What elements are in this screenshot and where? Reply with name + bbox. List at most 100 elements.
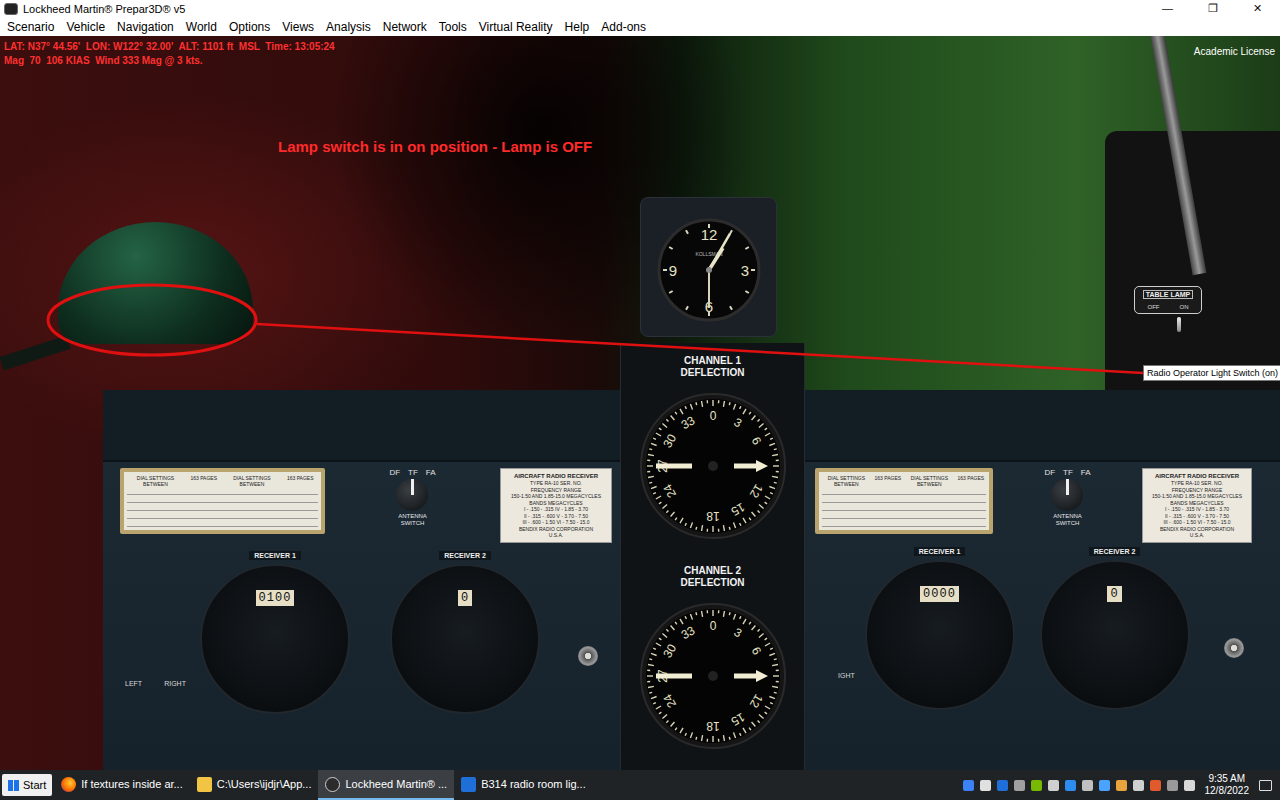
- lamp-arm: [0, 336, 70, 371]
- nameplate-line: AIRCRAFT RADIO RECEIVER: [514, 472, 598, 480]
- plate-header: 163 PAGES: [282, 475, 318, 487]
- tray-icon[interactable]: [1065, 780, 1076, 791]
- antenna-switch[interactable]: DFTFFAANTENNA SWITCH: [1044, 468, 1090, 527]
- menu-item[interactable]: Scenario: [1, 20, 60, 34]
- radio-receiver-panel: DIAL SETTINGS BETWEEN163 PAGESDIAL SETTI…: [805, 390, 1280, 770]
- tray-icon[interactable]: [1099, 780, 1110, 791]
- side-label: LEFT: [125, 680, 142, 687]
- tray-icon[interactable]: [1048, 780, 1059, 791]
- nameplate-line: BANDS MEGACYCLES: [529, 500, 582, 507]
- plate-header: 163 PAGES: [956, 475, 986, 487]
- menu-item[interactable]: Add-ons: [595, 20, 652, 34]
- receiver-label: RECEIVER 1: [249, 551, 301, 560]
- taskbar-item[interactable]: Lockheed Martin® ...: [318, 770, 454, 800]
- gauge-tick-label: 33: [678, 413, 697, 432]
- receiver-channel: RECEIVER 10000: [852, 547, 1027, 710]
- window-control-button[interactable]: —: [1145, 2, 1190, 15]
- menu-item[interactable]: Tools: [433, 20, 473, 34]
- panel-top-strip: [103, 390, 620, 462]
- prepar3d-icon: [4, 3, 18, 15]
- menu-item[interactable]: Virtual Reality: [473, 20, 559, 34]
- receiver-label: RECEIVER 2: [439, 551, 491, 560]
- tray-icon[interactable]: [1133, 780, 1144, 791]
- menu-item[interactable]: World: [180, 20, 223, 34]
- clock-numeral: 12: [701, 226, 718, 243]
- menu-item[interactable]: Vehicle: [60, 20, 111, 34]
- nameplate-line: II - .315 - .600 V - 3.70 - 7.50: [524, 513, 588, 520]
- table-lamp: [58, 222, 253, 344]
- mail-icon: [461, 777, 476, 792]
- folder-icon: [197, 777, 212, 792]
- menu-item[interactable]: Help: [559, 20, 596, 34]
- highlight-ellipse: [48, 285, 256, 355]
- menu-item[interactable]: Options: [223, 20, 276, 34]
- plate-header: DIAL SETTINGS BETWEEN: [905, 475, 954, 487]
- toggle-nut[interactable]: [578, 646, 598, 666]
- receiver-channel: RECEIVER 20: [1027, 547, 1202, 710]
- knob-pointer: [1066, 479, 1069, 495]
- tuning-dial[interactable]: 0000: [865, 560, 1015, 710]
- gauge-dial: 03612151824273033: [638, 391, 788, 541]
- menu-item[interactable]: Views: [276, 20, 320, 34]
- receiver-channel: RECEIVER 1 0100: [180, 551, 370, 714]
- tray-icon[interactable]: [963, 780, 974, 791]
- tuning-dial[interactable]: 0: [1040, 560, 1190, 710]
- antenna-position: TF: [1063, 468, 1073, 477]
- tray-icon[interactable]: [1116, 780, 1127, 791]
- antenna-position: DF: [389, 468, 400, 477]
- menu-item[interactable]: Network: [377, 20, 433, 34]
- switch-plate: TABLE LAMPOFFON: [1134, 286, 1202, 314]
- taskbar-item[interactable]: If textures inside ar...: [54, 770, 190, 800]
- gauge-title: CHANNEL 1: [684, 355, 741, 367]
- start-button[interactable]: Start: [2, 774, 52, 796]
- deflection-panel: CHANNEL 1DEFLECTION03612151824273033CHAN…: [620, 343, 805, 770]
- tray-icon[interactable]: [1150, 780, 1161, 791]
- gauge-needle: [656, 460, 768, 472]
- tray-icon[interactable]: [997, 780, 1008, 791]
- antenna-switch[interactable]: DFTFFAANTENNA SWITCH: [389, 468, 435, 527]
- notification-icon[interactable]: [1259, 780, 1272, 791]
- gauge-tick-label: 3: [731, 625, 744, 641]
- antenna-label: ANTENNA SWITCH: [1047, 513, 1087, 527]
- tray-icon[interactable]: [1184, 780, 1195, 791]
- tray-icon[interactable]: [1031, 780, 1042, 791]
- tray-icon[interactable]: [1082, 780, 1093, 791]
- nameplate-line: TYPE RA-10 SER. NO.: [1171, 480, 1223, 487]
- toggle-nut[interactable]: [1224, 638, 1244, 658]
- gauge-needle: [656, 670, 768, 682]
- tray-icon[interactable]: [1014, 780, 1025, 791]
- nameplate-line: II - .315 - .600 V - 3.70 - 7.50: [1165, 513, 1229, 520]
- gauge-tick-label: 18: [706, 509, 720, 523]
- gauge-tick-label: 30: [660, 641, 679, 660]
- nameplate-line: I - .150 - .315 IV - 1.85 - 3.70: [1165, 506, 1229, 513]
- gauge-tick-label: 15: [728, 710, 747, 729]
- menu-item[interactable]: Analysis: [320, 20, 377, 34]
- frequency-counter: 0100: [256, 590, 295, 606]
- tuning-dial[interactable]: 0100: [200, 564, 350, 714]
- antenna-knob[interactable]: [396, 479, 428, 511]
- antenna-knob[interactable]: [1051, 479, 1083, 511]
- window-control-button[interactable]: ✕: [1235, 2, 1280, 15]
- window-control-button[interactable]: ❐: [1190, 2, 1235, 15]
- annotation-text: Lamp switch is in on position - Lamp is …: [278, 138, 592, 155]
- cockpit-view[interactable]: LAT: N37° 44.56' LON: W122° 32.00' ALT: …: [0, 36, 1280, 770]
- tray-icon[interactable]: [980, 780, 991, 791]
- nameplate-line: III - .600 - 1.50 VI - 7.50 - 15.0: [1164, 519, 1231, 526]
- clock-face: 12369KOLLSMAN: [641, 198, 776, 336]
- plate-header: DIAL SETTINGS BETWEEN: [127, 475, 184, 487]
- prepar3d-window: Lockheed Martin® Prepar3D® v5—❐✕Scenario…: [0, 0, 1280, 800]
- nameplate-line: U.S.A.: [549, 532, 563, 539]
- lamp-switch[interactable]: TABLE LAMPOFFON: [1134, 286, 1202, 332]
- taskbar-clock[interactable]: 9:35 AM12/8/2022: [1201, 773, 1254, 797]
- nameplate-line: BENDIX RADIO CORPORATION: [1160, 526, 1234, 533]
- antenna-position: DF: [1044, 468, 1055, 477]
- tuning-dial[interactable]: 0: [390, 564, 540, 714]
- nameplate-line: FREQUENCY RANGE: [1172, 487, 1222, 494]
- toggle-lever[interactable]: [1177, 317, 1181, 332]
- gauge-tick-label: 6: [748, 645, 764, 658]
- menu-item[interactable]: Navigation: [111, 20, 180, 34]
- plate-header: DIAL SETTINGS BETWEEN: [224, 475, 281, 487]
- taskbar-item[interactable]: C:\Users\ijdjr\App...: [190, 770, 319, 800]
- tray-icon[interactable]: [1167, 780, 1178, 791]
- taskbar-item[interactable]: B314 radio room lig...: [454, 770, 593, 800]
